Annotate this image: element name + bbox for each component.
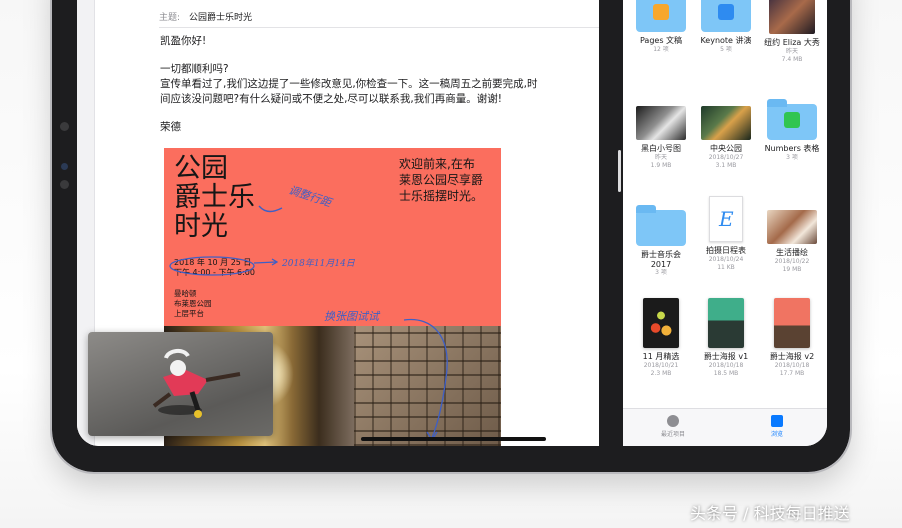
file-item[interactable]: 11 月精选 2018/10/21 2.3 MB (630, 298, 692, 378)
subject-row[interactable]: 主题: 公园爵士乐时光 (159, 8, 599, 28)
file-item[interactable]: 中央公园 2018/10/27 3.1 MB (695, 106, 757, 170)
file-size: 11 KB (717, 264, 735, 271)
camera-sensor (60, 180, 69, 189)
file-item[interactable]: 纽约 Eliza 大秀 昨天 7.4 MB (761, 0, 823, 64)
mail-body-line[interactable]: 间应该没问题吧?有什么疑问或不便之处,尽可以联系我,我们再商量。谢谢! (160, 92, 502, 107)
file-meta: 2018/10/24 (708, 256, 744, 263)
watermark: 头条号 / 科技每日推送 (690, 504, 850, 523)
files-app-pane: Pages 文稿 12 项 Keynote 讲演 5 项 纽约 Eliza 大秀… (623, 0, 827, 446)
file-name: Keynote 讲演 (700, 36, 752, 45)
annotation-paper-test: 换张图试试 (324, 310, 379, 323)
clock-icon (667, 415, 679, 427)
file-name: 拍摄日程表 (706, 246, 746, 255)
file-size: 19 MB (782, 266, 802, 273)
file-name: 纽约 Eliza 大秀 (764, 38, 820, 47)
photo-thumbnail (767, 210, 817, 244)
file-meta: 昨天 (654, 154, 667, 161)
subject-field[interactable]: 公园爵士乐时光 (189, 10, 252, 23)
files-tab-bar: 最近项目 浏览 (623, 408, 827, 446)
file-meta: 12 项 (653, 46, 669, 53)
mail-body-line[interactable]: 一切都顺利吗? (160, 62, 229, 77)
mail-compose-pane: 主题: 公园爵士乐时光 凯盈你好! 一切都顺利吗? 宣传单看过了,我们这边提了一… (77, 0, 599, 446)
tab-recents-label: 最近项目 (660, 431, 685, 438)
file-meta: 3 项 (786, 154, 798, 161)
split-view-divider[interactable] (599, 0, 623, 446)
document-letter-icon: E (719, 207, 734, 231)
annotation-new-date: 2018年11月14日 (282, 259, 355, 269)
file-item[interactable]: Keynote 讲演 5 项 (695, 0, 757, 54)
poster-thumbnail (708, 298, 744, 348)
tab-browse[interactable]: 浏览 (747, 415, 807, 438)
picture-in-picture-video[interactable] (88, 332, 273, 436)
subject-label: 主题: (159, 13, 181, 23)
photo-thumbnail (643, 298, 679, 348)
file-name: 黑白小号图 (641, 144, 681, 153)
file-item[interactable]: Numbers 表格 3 项 (761, 99, 823, 162)
file-name: 生活播绘 (776, 248, 808, 257)
file-name: Pages 文稿 (639, 36, 683, 45)
file-meta: 2018/10/18 (708, 362, 744, 369)
file-name: 爵士海报 v2 (769, 352, 815, 361)
file-name: 爵士海报 v1 (703, 352, 749, 361)
stage: 主题: 公园爵士乐时光 凯盈你好! 一切都顺利吗? 宣传单看过了,我们这边提了一… (0, 0, 902, 528)
file-size: 18.5 MB (713, 370, 739, 377)
file-item[interactable]: 爵士海报 v1 2018/10/18 18.5 MB (695, 298, 757, 378)
file-item[interactable]: 黑白小号图 昨天 1.9 MB (630, 106, 692, 170)
document-thumbnail: E (709, 196, 743, 242)
mail-signature[interactable]: 荣德 (160, 120, 181, 135)
photo-thumbnail (636, 106, 686, 140)
skateboarder-image (152, 349, 241, 418)
ipad-screen: 主题: 公园爵士乐时光 凯盈你好! 一切都顺利吗? 宣传单看过了,我们这边提了一… (77, 0, 827, 446)
mail-body-line[interactable]: 宣传单看过了,我们这边提了一些修改意见,你检查一下。这一稿周五之前要完成,时 (160, 77, 538, 92)
file-meta: 2018/10/18 (774, 362, 810, 369)
mail-greeting[interactable]: 凯盈你好! (160, 34, 206, 49)
file-size: 17.7 MB (779, 370, 805, 377)
split-view-handle[interactable] (618, 150, 621, 192)
home-indicator[interactable] (361, 437, 546, 441)
keynote-icon (718, 4, 734, 20)
file-item[interactable]: 生活播绘 2018/10/22 19 MB (761, 210, 823, 274)
file-item[interactable]: Pages 文稿 12 项 (630, 0, 692, 54)
folder-icon (636, 0, 686, 32)
file-size: 7.4 MB (781, 56, 803, 63)
tab-browse-label: 浏览 (770, 431, 783, 438)
photo-thumbnail (701, 106, 751, 140)
folder-icon (767, 99, 817, 140)
file-item[interactable]: 爵士海报 v2 2018/10/18 17.7 MB (761, 298, 823, 378)
file-meta: 2018/10/21 (643, 362, 679, 369)
camera-sensor (61, 163, 68, 170)
poster-thumbnail (774, 298, 810, 348)
file-item[interactable]: E 拍摄日程表 2018/10/24 11 KB (695, 196, 757, 272)
file-name: Numbers 表格 (764, 144, 820, 153)
photo-thumbnail (769, 0, 815, 34)
file-name: 中央公园 (710, 144, 742, 153)
file-meta: 2018/10/27 (708, 154, 744, 161)
file-name: 11 月精选 (642, 352, 680, 361)
folder-icon (701, 0, 751, 32)
tab-recents[interactable]: 最近项目 (643, 415, 703, 438)
folder-icon (636, 205, 686, 246)
file-item[interactable]: 爵士音乐会 2017 3 项 (630, 205, 692, 277)
camera-sensor (60, 122, 69, 131)
numbers-icon (784, 112, 800, 128)
file-meta: 2018/10/22 (774, 258, 810, 265)
file-meta: 5 项 (720, 46, 732, 53)
file-name: 爵士音乐会 (641, 250, 681, 259)
file-name: 2017 (650, 260, 672, 269)
pages-icon (653, 4, 669, 20)
folder-icon (771, 415, 783, 427)
file-size: 1.9 MB (650, 162, 672, 169)
file-size: 2.3 MB (650, 370, 672, 377)
file-meta: 昨天 (785, 48, 798, 55)
file-size: 3.1 MB (715, 162, 737, 169)
file-meta: 3 项 (655, 269, 667, 276)
